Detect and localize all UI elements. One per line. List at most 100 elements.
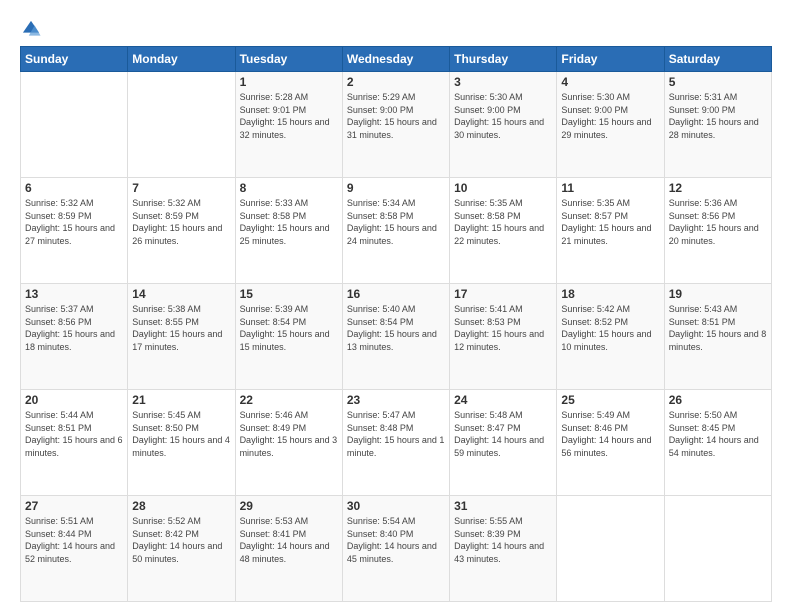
calendar-day-cell: 12 Sunrise: 5:36 AMSunset: 8:56 PMDayligh… [664,178,771,284]
calendar-body: 1Sunrise: 5:28 AMSunset: 9:01 PMDaylight… [21,72,772,602]
day-of-week-header: Monday [128,47,235,72]
day-info: Sunrise: 5:38 AMSunset: 8:55 PMDaylight:… [132,303,230,353]
calendar-day-cell: 23 Sunrise: 5:47 AMSunset: 8:48 PMDayligh… [342,390,449,496]
day-number: 18 [561,287,659,301]
day-number: 24 [454,393,552,407]
calendar-day-cell: 25 Sunrise: 5:49 AMSunset: 8:46 PMDayligh… [557,390,664,496]
calendar-day-cell: 5 Sunrise: 5:31 AMSunset: 9:00 PMDaylight… [664,72,771,178]
calendar-day-cell: 26 Sunrise: 5:50 AMSunset: 8:45 PMDayligh… [664,390,771,496]
day-info: Sunrise: 5:33 AMSunset: 8:58 PMDaylight:… [240,197,338,247]
day-number: 8 [240,181,338,195]
day-number: 22 [240,393,338,407]
calendar-header: SundayMondayTuesdayWednesdayThursdayFrid… [21,47,772,72]
calendar-day-cell: 6 Sunrise: 5:32 AMSunset: 8:59 PMDaylight… [21,178,128,284]
day-info: Sunrise: 5:41 AMSunset: 8:53 PMDaylight:… [454,303,552,353]
day-of-week-header: Saturday [664,47,771,72]
day-number: 27 [25,499,123,513]
day-info: Sunrise: 5:37 AMSunset: 8:56 PMDaylight:… [25,303,123,353]
calendar-day-cell: 8 Sunrise: 5:33 AMSunset: 8:58 PMDaylight… [235,178,342,284]
calendar-day-cell: 18 Sunrise: 5:42 AMSunset: 8:52 PMDayligh… [557,284,664,390]
calendar-day-cell: 27 Sunrise: 5:51 AMSunset: 8:44 PMDayligh… [21,496,128,602]
day-info: Sunrise: 5:35 AMSunset: 8:58 PMDaylight:… [454,197,552,247]
day-number: 11 [561,181,659,195]
day-number: 13 [25,287,123,301]
day-info: Sunrise: 5:45 AMSunset: 8:50 PMDaylight:… [132,409,230,459]
calendar-week-row: 20Sunrise: 5:44 AMSunset: 8:51 PMDayligh… [21,390,772,496]
calendar-day-cell: 21 Sunrise: 5:45 AMSunset: 8:50 PMDayligh… [128,390,235,496]
calendar-day-cell [557,496,664,602]
day-number: 17 [454,287,552,301]
day-info: Sunrise: 5:46 AMSunset: 8:49 PMDaylight:… [240,409,338,459]
day-info: Sunrise: 5:52 AMSunset: 8:42 PMDaylight:… [132,515,230,565]
calendar-day-cell: 28 Sunrise: 5:52 AMSunset: 8:42 PMDayligh… [128,496,235,602]
calendar-day-cell: 30Sunrise: 5:54 AMSunset: 8:40 PMDayligh… [342,496,449,602]
calendar-day-cell [664,496,771,602]
calendar-day-cell: 11 Sunrise: 5:35 AMSunset: 8:57 PMDayligh… [557,178,664,284]
day-info: Sunrise: 5:32 AMSunset: 8:59 PMDaylight:… [25,197,123,247]
day-number: 31 [454,499,552,513]
day-number: 28 [132,499,230,513]
day-number: 30 [347,499,445,513]
day-of-week-header: Thursday [450,47,557,72]
day-number: 23 [347,393,445,407]
day-info: Sunrise: 5:42 AMSunset: 8:52 PMDaylight:… [561,303,659,353]
day-info: Sunrise: 5:55 AMSunset: 8:39 PMDaylight:… [454,515,552,565]
day-info: Sunrise: 5:53 AMSunset: 8:41 PMDaylight:… [240,515,338,565]
day-number: 21 [132,393,230,407]
day-info: Sunrise: 5:50 AMSunset: 8:45 PMDaylight:… [669,409,767,459]
calendar-day-cell: 24 Sunrise: 5:48 AMSunset: 8:47 PMDayligh… [450,390,557,496]
day-number: 5 [669,75,767,89]
day-number: 2 [347,75,445,89]
day-number: 3 [454,75,552,89]
calendar-day-cell: 3 Sunrise: 5:30 AMSunset: 9:00 PMDaylight… [450,72,557,178]
calendar-day-cell [21,72,128,178]
day-number: 14 [132,287,230,301]
day-info: Sunrise: 5:49 AMSunset: 8:46 PMDaylight:… [561,409,659,459]
day-info: Sunrise: 5:34 AMSunset: 8:58 PMDaylight:… [347,197,445,247]
day-number: 7 [132,181,230,195]
calendar-day-cell: 17 Sunrise: 5:41 AMSunset: 8:53 PMDayligh… [450,284,557,390]
calendar-day-cell: 15Sunrise: 5:39 AMSunset: 8:54 PMDayligh… [235,284,342,390]
page: SundayMondayTuesdayWednesdayThursdayFrid… [0,0,792,612]
day-info: Sunrise: 5:31 AMSunset: 9:00 PMDaylight:… [669,91,767,141]
day-of-week-header: Wednesday [342,47,449,72]
calendar-day-cell: 13 Sunrise: 5:37 AMSunset: 8:56 PMDayligh… [21,284,128,390]
day-of-week-header: Sunday [21,47,128,72]
calendar-day-cell: 31 Sunrise: 5:55 AMSunset: 8:39 PMDayligh… [450,496,557,602]
day-info: Sunrise: 5:35 AMSunset: 8:57 PMDaylight:… [561,197,659,247]
calendar-day-cell: 20Sunrise: 5:44 AMSunset: 8:51 PMDayligh… [21,390,128,496]
calendar-week-row: 1Sunrise: 5:28 AMSunset: 9:01 PMDaylight… [21,72,772,178]
calendar-day-cell [128,72,235,178]
day-number: 25 [561,393,659,407]
calendar-day-cell: 10Sunrise: 5:35 AMSunset: 8:58 PMDayligh… [450,178,557,284]
day-info: Sunrise: 5:30 AMSunset: 9:00 PMDaylight:… [561,91,659,141]
day-number: 12 [669,181,767,195]
day-info: Sunrise: 5:44 AMSunset: 8:51 PMDaylight:… [25,409,123,459]
calendar-week-row: 27 Sunrise: 5:51 AMSunset: 8:44 PMDayligh… [21,496,772,602]
calendar-table: SundayMondayTuesdayWednesdayThursdayFrid… [20,46,772,602]
calendar-day-cell: 4Sunrise: 5:30 AMSunset: 9:00 PMDaylight… [557,72,664,178]
calendar-day-cell: 29 Sunrise: 5:53 AMSunset: 8:41 PMDayligh… [235,496,342,602]
calendar-week-row: 6 Sunrise: 5:32 AMSunset: 8:59 PMDaylight… [21,178,772,284]
day-info: Sunrise: 5:36 AMSunset: 8:56 PMDaylight:… [669,197,767,247]
calendar-week-row: 13 Sunrise: 5:37 AMSunset: 8:56 PMDayligh… [21,284,772,390]
calendar-day-cell: 16Sunrise: 5:40 AMSunset: 8:54 PMDayligh… [342,284,449,390]
day-number: 6 [25,181,123,195]
day-info: Sunrise: 5:43 AMSunset: 8:51 PMDaylight:… [669,303,767,353]
day-of-week-header: Tuesday [235,47,342,72]
day-info: Sunrise: 5:48 AMSunset: 8:47 PMDaylight:… [454,409,552,459]
calendar-day-cell: 2Sunrise: 5:29 AMSunset: 9:00 PMDaylight… [342,72,449,178]
calendar-day-cell: 9Sunrise: 5:34 AMSunset: 8:58 PMDaylight… [342,178,449,284]
day-number: 19 [669,287,767,301]
day-of-week-header: Friday [557,47,664,72]
day-number: 26 [669,393,767,407]
header [20,18,772,40]
day-number: 29 [240,499,338,513]
day-info: Sunrise: 5:32 AMSunset: 8:59 PMDaylight:… [132,197,230,247]
day-number: 1 [240,75,338,89]
day-info: Sunrise: 5:51 AMSunset: 8:44 PMDaylight:… [25,515,123,565]
header-row: SundayMondayTuesdayWednesdayThursdayFrid… [21,47,772,72]
day-info: Sunrise: 5:47 AMSunset: 8:48 PMDaylight:… [347,409,445,459]
day-info: Sunrise: 5:30 AMSunset: 9:00 PMDaylight:… [454,91,552,141]
calendar-day-cell: 22 Sunrise: 5:46 AMSunset: 8:49 PMDayligh… [235,390,342,496]
